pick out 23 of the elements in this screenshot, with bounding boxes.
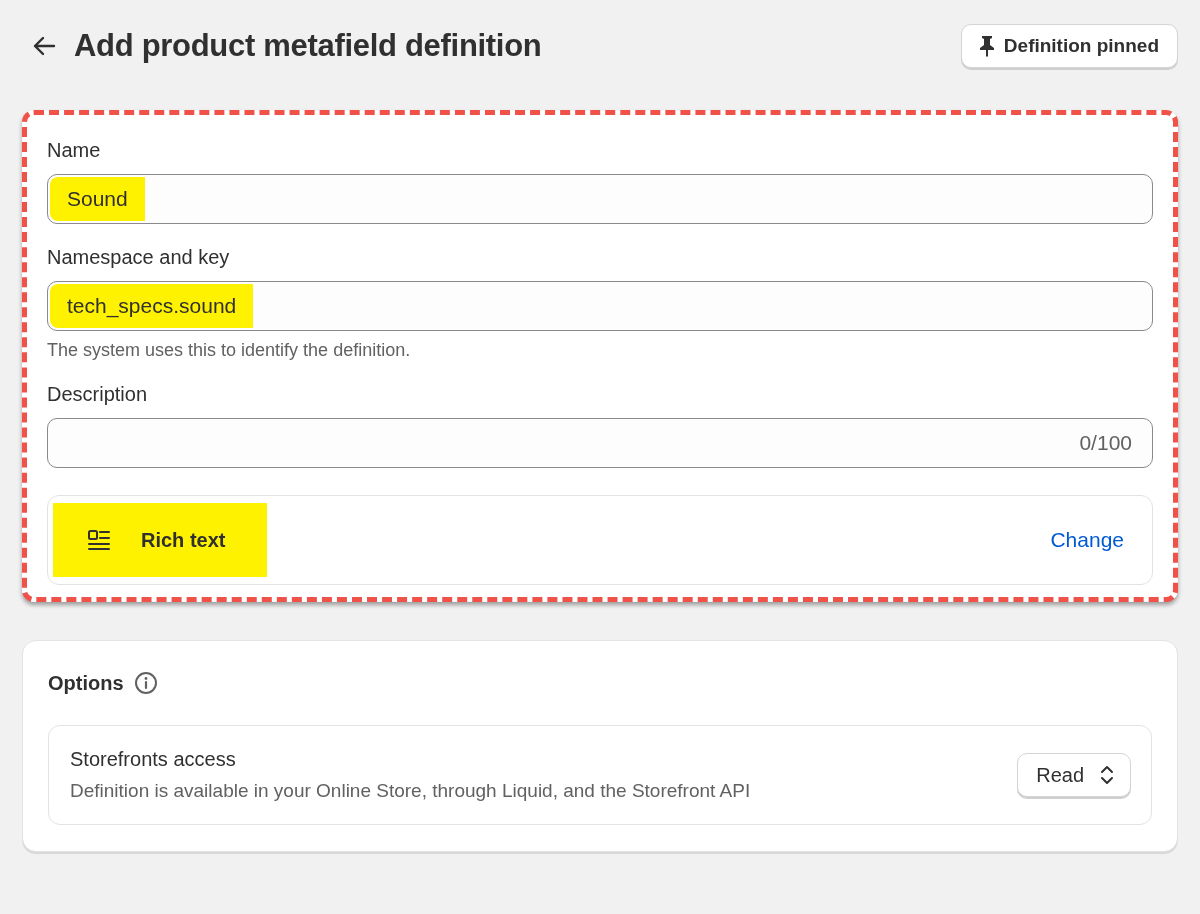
options-title: Options bbox=[48, 671, 124, 695]
type-label: Rich text bbox=[141, 528, 226, 552]
input-field[interactable]: 0/100 bbox=[47, 418, 1153, 468]
back-arrow-icon[interactable] bbox=[32, 36, 56, 56]
pin-icon bbox=[977, 35, 996, 57]
input-field[interactable]: Sound bbox=[47, 174, 1153, 224]
help-text: The system uses this to identify the definition. bbox=[47, 340, 412, 361]
definition-pinned-button[interactable]: Definition pinned bbox=[960, 24, 1178, 68]
field-label: Namespace and key bbox=[47, 246, 231, 269]
up-down-chevron-icon bbox=[1100, 764, 1114, 786]
access-select[interactable]: Read bbox=[1017, 753, 1131, 797]
access-description: Definition is available in your Online Store, through Liquid, and the Storefront API bbox=[70, 780, 751, 802]
change-link[interactable]: Change bbox=[1050, 528, 1124, 552]
field-label: Name bbox=[47, 139, 102, 162]
access-title: Storefronts access bbox=[70, 748, 237, 771]
field-value: Sound bbox=[50, 177, 145, 221]
info-icon[interactable] bbox=[133, 671, 158, 695]
field-label: Description bbox=[47, 383, 149, 406]
input-field[interactable]: tech_specs.sound bbox=[47, 281, 1153, 331]
text-block-icon bbox=[87, 529, 111, 551]
page-title: Add product metafield definition bbox=[74, 28, 542, 64]
field-value: tech_specs.sound bbox=[50, 284, 254, 328]
character-counter: 0/100 bbox=[1079, 430, 1132, 456]
